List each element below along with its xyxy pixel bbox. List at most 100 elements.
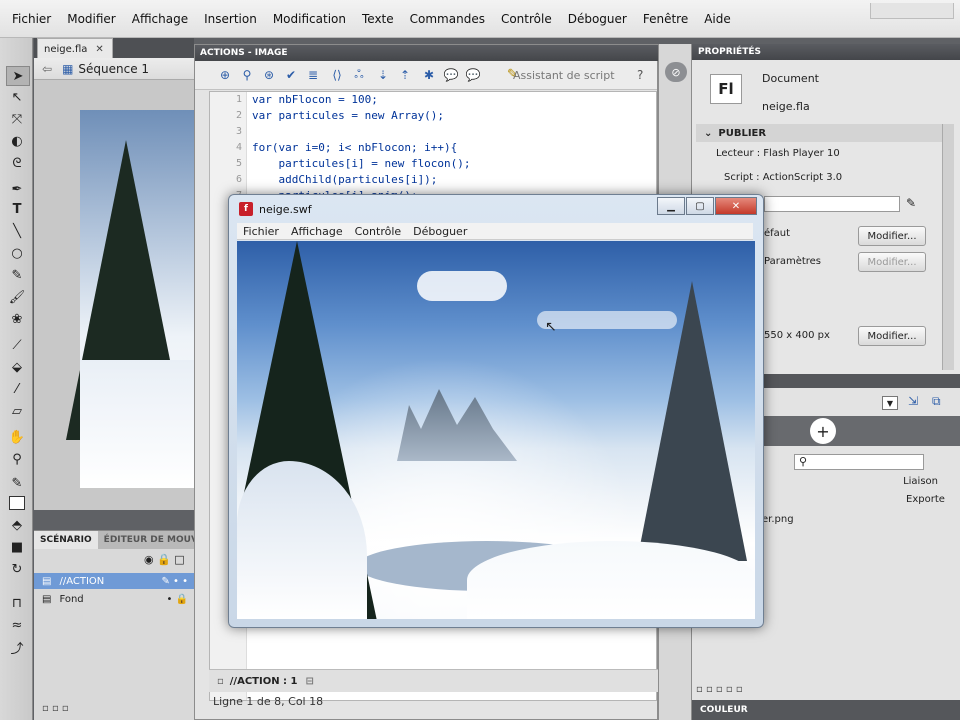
text-tool-icon[interactable]: T [6,200,28,218]
add-statement-icon[interactable]: ⊕ [217,68,233,82]
menu-commandes[interactable]: Commandes [402,12,493,26]
menu-aide[interactable]: Aide [696,12,739,26]
find-icon[interactable]: ⚲ [239,68,255,82]
swf-window: f neige.swf ▁ ▢ ✕ Fichier Affichage Cont… [228,194,764,628]
collapse-selection-icon[interactable]: ⇡ [397,68,413,82]
3d-rotation-tool-icon[interactable]: ◐ [6,132,28,150]
swap-colors-icon[interactable]: ⬘ [6,516,28,534]
selection-tool-icon[interactable]: ➤ [6,66,30,86]
transform-tool-icon[interactable]: ⤧ [6,110,28,128]
couleur-panel-header[interactable]: COULEUR [692,700,960,720]
timeline-footer-icons[interactable]: ▫ ▫ ▫ [42,703,69,714]
line-number: 5 [235,158,242,169]
player-label: Lecteur : Flash Player 10 [716,148,840,159]
script-tab-action[interactable]: //ACTION : 1 [230,676,298,687]
eraser-icon[interactable]: ▱ [6,402,28,420]
auto-format-icon[interactable]: ≣ [305,68,321,82]
menu-modification[interactable]: Modification [265,12,354,26]
menu-insertion[interactable]: Insertion [196,12,265,26]
zoom-tool-icon[interactable]: ⚲ [6,450,28,468]
menu-modifier[interactable]: Modifier [59,12,124,26]
minimize-icon[interactable]: ▁ [657,197,685,215]
collapse-icon[interactable]: ⊘ [665,62,687,82]
properties-scrollbar[interactable] [942,124,954,370]
uncomment-icon[interactable]: 💬 [465,68,481,82]
library-search-input[interactable]: ⚲ [794,454,924,470]
check-syntax-icon[interactable]: ✔ [283,68,299,82]
modify-size-button[interactable]: Modifier... [858,326,926,346]
modify-button[interactable]: Modifier... [858,226,926,246]
lock-icon: • 🔒 [166,593,188,605]
actions-toolbar: ⊕ ⚲ ⊛ ✔ ≣ ⟨⟩ ஃ ⇣ ⇡ ✱ 💬 💬 ✎ Assistant de … [195,61,657,90]
liaison-header[interactable]: Liaison [878,476,938,490]
library-dropdown-icon[interactable]: ▼ [882,396,898,410]
flash-player-icon: f [239,202,253,216]
pin-library-icon[interactable]: ⇲ [908,394,918,408]
pencil-tool-icon[interactable]: ✎ [6,266,28,284]
pin-icon[interactable]: ⊟ [306,676,314,687]
line-tool-icon[interactable]: ╲ [6,222,28,240]
window-controls[interactable] [870,3,954,19]
menu-affichage[interactable]: Affichage [124,12,196,26]
maximize-icon[interactable]: ▢ [686,197,714,215]
hand-tool-icon[interactable]: ✋ [6,428,28,446]
black-white-icon[interactable]: ■ [6,538,28,556]
menu-controle[interactable]: Contrôle [493,12,560,26]
collapse-icon[interactable]: ⇣ [375,68,391,82]
menu-fichier[interactable]: Fichier [4,12,59,26]
library-item[interactable]: er.png [762,514,794,525]
lasso-tool-icon[interactable]: ᘓ [6,154,28,172]
expand-icon[interactable]: ✱ [421,68,437,82]
document-tabs: neige.fla ✕ [34,38,194,59]
deco-tool-icon[interactable]: ❀ [6,310,28,328]
paint-bucket-icon[interactable]: ⬙ [6,358,28,376]
menu-texte[interactable]: Texte [354,12,402,26]
script-assistant-label[interactable]: Assistant de script [513,69,615,82]
layer-row-fond[interactable]: ▤ Fond • 🔒 [34,591,194,607]
publish-section[interactable]: ⌄ PUBLIER [696,124,942,142]
subselection-tool-icon[interactable]: ↖ [6,88,28,106]
tab-scenario[interactable]: SCÉNARIO [34,531,98,549]
straighten-icon[interactable]: ⤴ [6,638,28,657]
snap-icon[interactable]: ↻ [6,560,28,578]
pencil-icon[interactable]: ✎ [906,196,916,210]
line-number: 4 [235,142,242,153]
swf-menu-controle[interactable]: Contrôle [349,225,408,238]
library-footer-icons[interactable]: ▫ ▫ ▫ ▫ ▫ [696,684,743,695]
swf-menu-deboguer[interactable]: Déboguer [407,225,473,238]
menu-deboguer[interactable]: Déboguer [560,12,635,26]
close-icon[interactable]: ✕ [715,197,757,215]
debug-icon[interactable]: ஃ [351,67,367,82]
pen-tool-icon[interactable]: ✒ [6,180,28,198]
swf-menu-affichage[interactable]: Affichage [285,225,349,238]
tree-right-shape [637,281,747,561]
stage[interactable] [34,80,194,510]
add-icon[interactable]: + [810,418,836,444]
tab-neige-fla[interactable]: neige.fla ✕ [37,38,113,59]
swf-menu-fichier[interactable]: Fichier [237,225,285,238]
code-line: particules[i] = new flocon(); [252,157,471,170]
swf-movie-content[interactable]: ↖ [237,241,755,619]
smooth-icon[interactable]: ≈ [6,616,28,634]
oval-tool-icon[interactable]: ○ [6,244,28,262]
timeline-tabs: SCÉNARIO ÉDITEUR DE MOUVEI [34,531,207,549]
code-hint-icon[interactable]: ⟨⟩ [329,68,345,82]
eyedropper-icon[interactable]: ⁄ [6,380,28,398]
new-library-icon[interactable]: ⧉ [932,394,941,409]
stroke-color-icon[interactable]: ✎ [6,474,28,492]
magnet-icon[interactable]: ⊓ [6,594,28,612]
export-header: Exporte [906,494,945,505]
menu-fenetre[interactable]: Fenêtre [635,12,696,26]
back-arrow-icon[interactable]: ⇦ [42,62,52,76]
close-icon[interactable]: ✕ [95,44,103,55]
modify-params-button[interactable]: Modifier... [858,252,926,272]
fill-color-icon[interactable] [6,494,28,512]
target-icon[interactable]: ⊛ [261,68,277,82]
brush-tool-icon[interactable]: 🖌 [6,288,28,306]
bone-tool-icon[interactable]: ⟋ [6,336,28,354]
class-input[interactable] [764,196,900,212]
properties-title: PROPRIÉTÉS [698,47,761,57]
layer-row-action[interactable]: ▤ //ACTION ✎ • • [34,573,194,589]
comment-icon[interactable]: 💬 [443,68,459,82]
help-icon[interactable]: ? [637,68,643,82]
